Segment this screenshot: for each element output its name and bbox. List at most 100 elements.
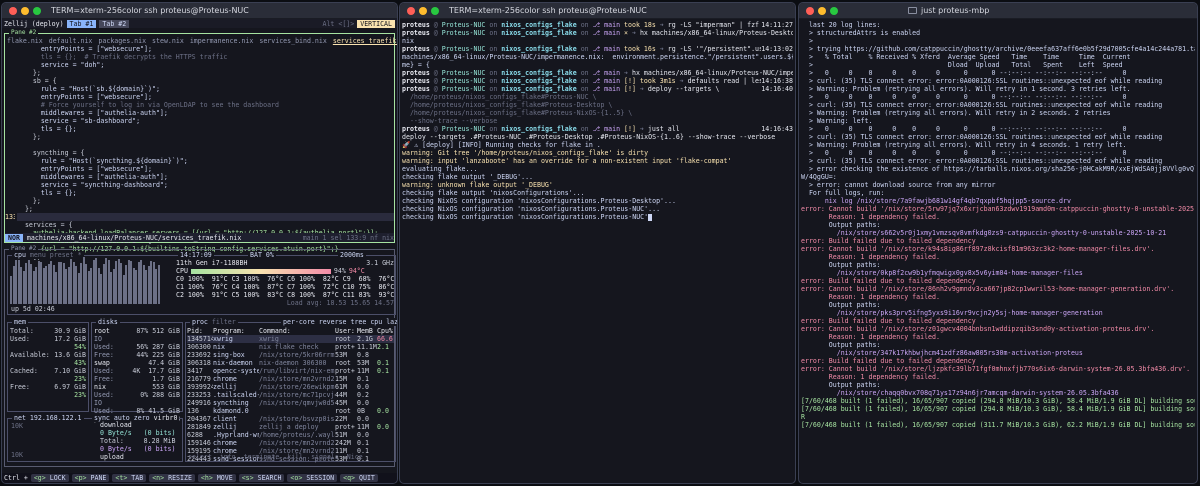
mem-rows: Total: 30.9 GiB Used: 17.2 GiB 54% Available:… [8, 327, 88, 399]
log-line: Reason: 1 dependency failed. [801, 333, 940, 341]
zoom-button[interactable] [431, 6, 439, 15]
keybar-tab-button[interactable]: <t> TAB [112, 474, 147, 482]
buffer-tab[interactable]: default.nix [49, 37, 93, 45]
keybar-label: MOVE [212, 474, 233, 482]
proc-header-cell[interactable]: Pid: [187, 327, 213, 335]
process-row[interactable]: 216779chrome/nix/store/mn2vrnd2 prot+15M… [187, 375, 394, 383]
process-cell: nix-daemon 306300 [259, 359, 327, 367]
process-row[interactable]: 281849 zellij zellij a deploy prot+ 11M 0.0 [187, 423, 394, 431]
process-cell: /nix/store/5kr06rrm sing+ [259, 351, 335, 359]
middle-titlebar[interactable]: TERM=xterm-256color ssh proteus@Proteus-… [400, 3, 795, 19]
buffer-tab[interactable]: flake.nix [7, 37, 43, 45]
left-titlebar[interactable]: TERM=xterm-256color ssh proteus@Proteus-… [2, 3, 397, 19]
buffer-tab[interactable]: impermanence.nix [190, 37, 254, 45]
close-button[interactable] [806, 6, 814, 15]
process-cell: 249916 [187, 399, 211, 407]
line-number [5, 221, 15, 229]
keybar-session-button[interactable]: <o> SESSION [287, 474, 338, 482]
process-row[interactable]: 3939924zellij/nix/store/26ewikpmj prot+6… [187, 383, 394, 391]
process-cell: prot+ [335, 343, 355, 351]
process-cell: 216779 [187, 375, 211, 383]
disk-row: Free: 44% 225 GiB [94, 351, 180, 359]
refresh-rate[interactable]: 2000ms [338, 251, 366, 259]
keybar-quit-button[interactable]: <q> QUIT [340, 474, 378, 482]
process-cell: 233692 [187, 351, 211, 359]
right-terminal-window[interactable]: just proteus-mbp last 20 log lines: > st… [798, 2, 1198, 484]
proc-header-cell[interactable]: User: [335, 327, 357, 335]
zoom-button[interactable] [33, 6, 41, 15]
buffer-tab[interactable]: services_traefik.nix [333, 37, 397, 45]
proc-header-cell[interactable]: Command: [259, 327, 335, 335]
zellij-tab-2[interactable]: Tab #2 [99, 19, 130, 28]
close-button[interactable] [407, 6, 415, 15]
zellij-tab-1[interactable]: Tab #1 [66, 19, 97, 28]
middle-terminal-window[interactable]: TERM=xterm-256color ssh proteus@Proteus-… [399, 2, 796, 484]
log-line: Output paths: [801, 341, 881, 349]
minimize-button[interactable] [21, 6, 29, 15]
proc-header-cell[interactable]: Cpu% [377, 327, 394, 335]
line-number [5, 189, 15, 197]
middle-terminal-output[interactable]: proteus @ Proteus-NUC on nixos_configs_f… [400, 19, 795, 223]
process-row[interactable]: 3417 opencc-system-xx/run/libvirt/nix-emu… [187, 367, 394, 375]
proc-header-cell[interactable]: Program: [213, 327, 259, 335]
output-line: warning: unknown flake output '_DEBUG' [402, 181, 553, 189]
keybar-label: PANE [86, 474, 107, 482]
minimize-button[interactable] [419, 6, 427, 15]
close-button[interactable] [9, 6, 17, 15]
process-cell: 306300 [187, 343, 211, 351]
disk-value: 4K 17.7 GiB [132, 367, 180, 375]
right-titlebar[interactable]: just proteus-mbp [799, 3, 1197, 19]
process-row[interactable]: 306300 nix nix flake check prot+ 11.1M 2.1 [187, 343, 394, 351]
line-number [5, 125, 15, 133]
keybar-key: <s> [241, 474, 254, 482]
process-row[interactable]: 6288 .Hyprland-wrapp/home/proteus/.wayla … [187, 431, 394, 439]
keybar-label: SESSION [302, 474, 335, 482]
proc-sort-options[interactable]: per-core reverse tree cpu lazy [281, 318, 397, 326]
keybar-search-button[interactable]: <s> SEARCH [238, 474, 285, 482]
net-stats: download 0 Byte/s (0 bits) Total: 8.28 M… [100, 421, 176, 461]
proc-box[interactable]: proc filter per-core reverse tree cpu la… [185, 318, 397, 463]
prompt-time: 14:13:02 [761, 45, 793, 53]
right-terminal-output[interactable]: last 20 log lines: > structuredAttrs is … [799, 19, 1197, 431]
btop-pane[interactable]: Pane #2 cpu menu preset * 14:17:09 BAT 0… [4, 245, 397, 467]
process-row[interactable]: 233253.tailscaled-wra/nix/store/mc71pcvj… [187, 391, 394, 399]
process-row[interactable]: 204367client/nix/store/bsvzp0isf tor22M 0… [187, 415, 394, 423]
zellij-layout-label[interactable]: VERTICAL [357, 19, 395, 28]
editor-body[interactable]: 133 entryPoints = ["websecure"]; tls = {… [5, 45, 394, 261]
process-row[interactable]: 159146chrome/nix/store/mn2vrnd2 prot+242… [187, 439, 394, 447]
keybar-key: <t> [115, 474, 128, 482]
process-row[interactable]: 306318 nix-daemon nix-daemon 306300 root 53M… [187, 359, 394, 367]
process-row[interactable]: 249916syncthing/nix/store/qmvjw0d5 prot+… [187, 399, 394, 407]
code-line: entryPoints = ["websecure"]; [17, 165, 152, 173]
history-line: --show-trace --verbose [402, 117, 498, 125]
output-line: evaluating flake... [402, 165, 478, 173]
code-line: tls = {}; # Traefik decrypts the HTTPS t… [17, 53, 228, 61]
keybar-resize-button[interactable]: <n> RESIZE [149, 474, 195, 482]
disk-row: Used: 4K 17.7 GiB [94, 367, 180, 375]
process-row[interactable]: 233692sing-box/nix/store/5kr06rrm sing+5… [187, 351, 394, 359]
line-number [5, 93, 15, 101]
line-number [5, 117, 15, 125]
disk-label: nix [94, 383, 106, 391]
buffer-tab[interactable]: packages.nix [98, 37, 146, 45]
log-line: Output paths: [801, 221, 881, 229]
buffer-tab[interactable]: services_bind.nix [259, 37, 327, 45]
log-line: /nix/store/0kp8f2cw9b1yfmqwigx0gv8x5v6yi… [801, 269, 1083, 277]
buffer-tab[interactable]: stew.nix [152, 37, 184, 45]
minimize-button[interactable] [818, 6, 826, 15]
zoom-button[interactable] [830, 6, 838, 15]
process-row[interactable]: 136 kdamond.0 root 0B 0.0 [187, 407, 394, 415]
process-cell: prot+ [335, 423, 355, 431]
keybar-lock-button[interactable]: <g> LOCK [30, 474, 69, 482]
proc-header-cell[interactable]: MemB [357, 327, 377, 335]
process-list[interactable]: Pid: Program: Command: User: MemB Cpu% 1345714… [186, 327, 395, 463]
process-cell: zellij [213, 383, 237, 391]
keybar-move-button[interactable]: <h> MOVE [197, 474, 236, 482]
keybar-pane-button[interactable]: <p> PANE [71, 474, 110, 482]
process-cell: 281849 [187, 423, 211, 431]
code-area[interactable]: entryPoints = ["websecure"]; tls = {}; #… [17, 45, 394, 261]
process-row[interactable]: 1345714 xwrig xwrig root 2.1G 66.6 [187, 335, 394, 343]
proc-footer[interactable]: select info terminate kill signals Nice [188, 453, 363, 461]
left-terminal-window[interactable]: TERM=xterm-256color ssh proteus@Proteus-… [1, 2, 398, 484]
editor-pane[interactable]: Pane #2 flake.nix default.nix packages.nix… [4, 29, 397, 261]
